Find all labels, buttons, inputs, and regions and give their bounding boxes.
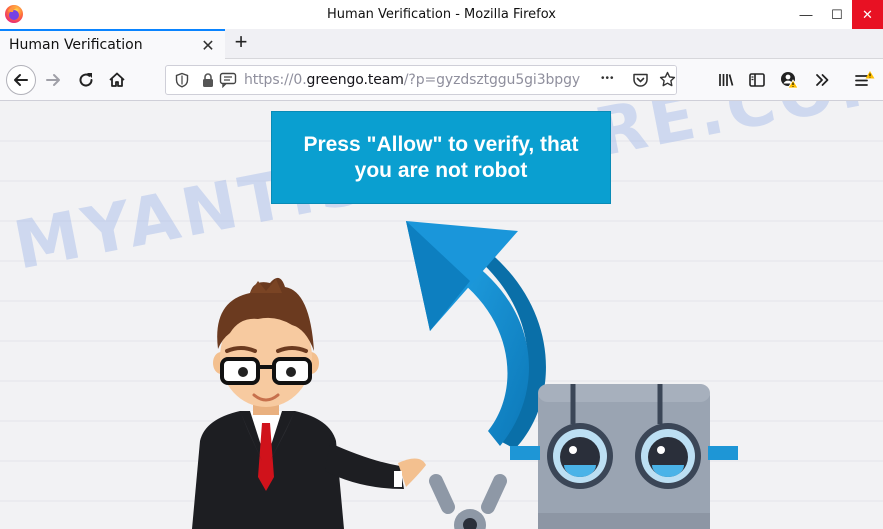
tab-close-button[interactable]: ✕	[199, 36, 217, 56]
tab-strip: Human Verification ✕ +	[0, 29, 883, 59]
page-actions-button[interactable]: •••	[601, 73, 615, 84]
app-menu-button[interactable]	[851, 67, 877, 93]
forward-button[interactable]	[40, 67, 66, 93]
new-tab-button[interactable]: +	[230, 31, 252, 55]
sidebar-icon	[749, 73, 765, 87]
url-fade	[576, 66, 601, 94]
robot-illustration	[510, 384, 738, 529]
url-actions: •••	[601, 66, 676, 94]
allow-instruction-banner: Press "Allow" to verify, that you are no…	[271, 111, 611, 204]
star-icon[interactable]	[659, 71, 676, 88]
library-button[interactable]	[713, 67, 739, 93]
minimize-button[interactable]: —	[791, 0, 821, 29]
url-host: greengo.team	[306, 72, 404, 88]
account-button[interactable]	[776, 67, 802, 93]
overflow-button[interactable]	[809, 67, 835, 93]
banner-text: Press "Allow" to verify, that you are no…	[303, 132, 579, 182]
tab-title: Human Verification	[9, 37, 143, 53]
chevron-double-right-icon	[816, 74, 829, 86]
pocket-icon[interactable]	[632, 72, 649, 88]
sidebar-button[interactable]	[744, 67, 770, 93]
url-bar[interactable]: https://0.greengo.team/?p=gyzdsztggu5gi3…	[165, 65, 677, 95]
hamburger-menu-icon	[855, 71, 875, 86]
account-warning-icon	[781, 72, 799, 89]
library-icon	[719, 74, 734, 86]
tracking-shield-icon[interactable]	[172, 70, 192, 90]
arrow-right-icon	[46, 74, 60, 86]
reload-icon	[79, 73, 93, 87]
close-window-button[interactable]: ✕	[852, 0, 883, 29]
maximize-button[interactable]: ☐	[822, 0, 852, 29]
window-titlebar: Human Verification - Mozilla Firefox — ☐…	[0, 0, 883, 29]
reload-button[interactable]	[73, 67, 99, 93]
page-content: MYANTISPYWARE.COM Press "Allow" to verif…	[0, 101, 883, 529]
navigation-toolbar: https://0.greengo.team/?p=gyzdsztggu5gi3…	[0, 59, 883, 101]
window-title: Human Verification - Mozilla Firefox	[327, 7, 556, 22]
url-text[interactable]: https://0.greengo.team/?p=gyzdsztggu5gi3…	[244, 72, 580, 88]
businessman-illustration	[192, 277, 426, 529]
url-path: /?p=gyzdsztggu5gi3bpgy	[403, 72, 581, 88]
robot-claw	[429, 474, 507, 529]
curved-arrow-icon	[406, 221, 546, 449]
tab-human-verification[interactable]: Human Verification ✕	[0, 29, 225, 59]
lock-icon[interactable]	[198, 70, 218, 90]
url-scheme: https://0.	[244, 72, 307, 88]
home-icon	[109, 72, 125, 87]
home-button[interactable]	[104, 67, 130, 93]
permission-chat-icon[interactable]	[218, 70, 238, 90]
back-button[interactable]	[6, 65, 36, 95]
arrow-left-icon	[14, 74, 28, 86]
